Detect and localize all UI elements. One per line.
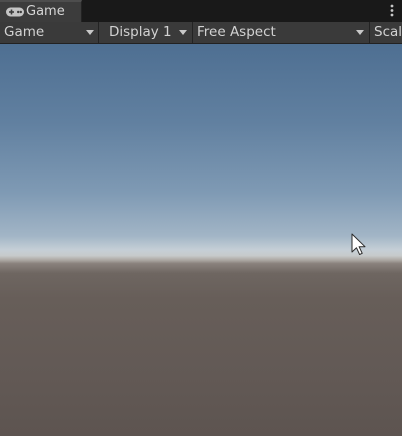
mouse-cursor-icon	[351, 233, 366, 255]
tab-bar: Game	[0, 0, 402, 22]
chevron-down-icon	[179, 30, 187, 35]
tab-game-label: Game	[26, 4, 65, 19]
aspect-dropdown[interactable]: Free Aspect	[193, 22, 370, 43]
tab-game[interactable]: Game	[0, 0, 82, 22]
display-dropdown[interactable]: Display 1	[99, 22, 193, 43]
chevron-down-icon	[86, 30, 94, 35]
chevron-down-icon	[356, 30, 364, 35]
game-mode-label: Game	[4, 24, 45, 40]
kebab-menu-icon[interactable]	[386, 0, 398, 22]
game-viewport[interactable]	[0, 44, 402, 436]
display-label: Display 1	[109, 24, 172, 40]
scale-slider[interactable]: Scal	[370, 22, 402, 43]
aspect-label: Free Aspect	[197, 24, 276, 40]
scale-label: Scal	[374, 24, 402, 40]
game-view-toolbar: Game Display 1 Free Aspect Scal	[0, 22, 402, 44]
gamepad-icon	[6, 7, 24, 17]
game-mode-dropdown[interactable]: Game	[0, 22, 99, 43]
